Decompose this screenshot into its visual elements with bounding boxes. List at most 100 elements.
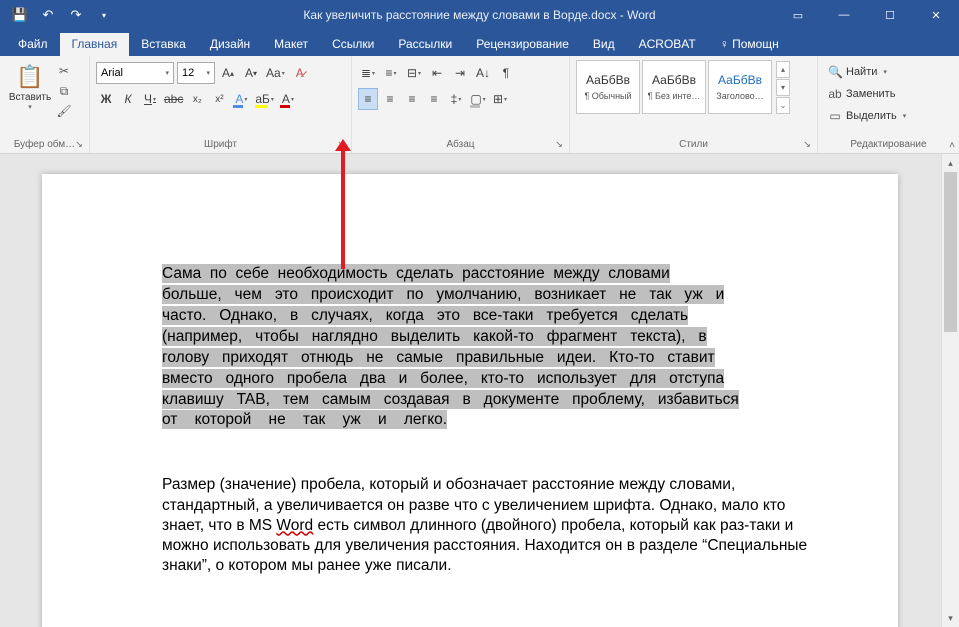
ribbon-tabs: Файл Главная Вставка Дизайн Макет Ссылки…: [0, 30, 959, 56]
group-paragraph: ≣▾ ≡▾ ⊟▾ ⇤ ⇥ A↓ ¶ ≡ ≡ ≡ ≡ ‡▾ ▢▾ ⊞▾: [352, 56, 570, 153]
group-label-styles: Стили: [576, 137, 811, 153]
sel-line-1: Сама по себе необходимость сделать расст…: [162, 264, 670, 283]
tab-references[interactable]: Ссылки: [320, 33, 386, 56]
redo-icon[interactable]: ↷: [64, 3, 88, 27]
ribbon-options-icon[interactable]: ▭: [775, 0, 821, 30]
align-right-icon[interactable]: ≡: [402, 88, 422, 110]
collapse-ribbon-icon[interactable]: ˄: [949, 140, 955, 151]
select-button[interactable]: ▭Выделить▾: [824, 106, 910, 126]
sel-line-8: от которой не так уж и легко.: [162, 410, 447, 429]
styles-launcher-icon[interactable]: ↘: [801, 138, 813, 150]
scroll-thumb[interactable]: [944, 172, 957, 332]
style-normal[interactable]: АаБбВв ¶ Обычный: [576, 60, 640, 114]
paragraph-launcher-icon[interactable]: ↘: [553, 138, 565, 150]
tab-review[interactable]: Рецензирование: [464, 33, 581, 56]
text-effects-icon[interactable]: A▾: [231, 88, 251, 110]
group-font: Arial▾ 12▾ A▴ A▾ Aa▾ A̷ Ж К Ч▾ abc x₂ x²…: [90, 56, 352, 153]
selected-paragraph[interactable]: Сама по себе необходимость сделать расст…: [162, 264, 818, 431]
cut-icon[interactable]: ✂: [54, 62, 74, 80]
window-controls: ▭ — ☐ ✕: [775, 0, 959, 30]
font-size-combo[interactable]: 12▾: [177, 62, 215, 84]
search-icon: 🔍: [828, 65, 842, 79]
grow-font-icon[interactable]: A▴: [218, 62, 238, 84]
tab-layout[interactable]: Макет: [262, 33, 320, 56]
tab-tellme[interactable]: ♀ Помощн: [708, 33, 791, 56]
sort-icon[interactable]: A↓: [473, 62, 493, 84]
styles-gallery-nav: ▴ ▾ ⌄: [776, 61, 790, 114]
style-no-spacing[interactable]: АаБбВв ¶ Без инте…: [642, 60, 706, 114]
group-label-font: Шрифт: [96, 137, 345, 153]
show-marks-icon[interactable]: ¶: [496, 62, 516, 84]
clear-formatting-icon[interactable]: A̷: [290, 62, 310, 84]
ribbon: 📋 Вставить ▾ ✂ ⧉ 🖌 Буфер обм… ↘ Arial▾ 1…: [0, 56, 959, 154]
save-icon[interactable]: 💾: [8, 3, 32, 27]
multilevel-icon[interactable]: ⊟▾: [404, 62, 424, 84]
numbering-icon[interactable]: ≡▾: [381, 62, 401, 84]
format-painter-icon[interactable]: 🖌: [54, 102, 74, 120]
highlight-icon[interactable]: aБ▾: [253, 88, 276, 110]
page: Сама по себе необходимость сделать расст…: [42, 174, 898, 627]
bullets-icon[interactable]: ≣▾: [358, 62, 378, 84]
justify-icon[interactable]: ≡: [424, 88, 444, 110]
subscript-button[interactable]: x₂: [187, 88, 207, 110]
style-heading1[interactable]: АаБбВв Заголово…: [708, 60, 772, 114]
sel-line-4: (например, чтобы наглядно выделить какой…: [162, 327, 707, 346]
paste-label: Вставить: [9, 92, 51, 103]
tab-acrobat[interactable]: ACROBAT: [627, 33, 708, 56]
italic-button[interactable]: К: [118, 88, 138, 110]
document-canvas[interactable]: Сама по себе необходимость сделать расст…: [0, 154, 941, 627]
borders-icon[interactable]: ⊞▾: [490, 88, 510, 110]
vertical-scrollbar[interactable]: ▴ ▾: [941, 154, 959, 627]
quick-access-toolbar: 💾 ↶ ↷ ▾: [0, 3, 116, 27]
superscript-button[interactable]: x²: [209, 88, 229, 110]
align-left-icon[interactable]: ≡: [358, 88, 378, 110]
group-label-editing: Редактирование: [824, 137, 953, 153]
copy-icon[interactable]: ⧉: [54, 82, 74, 100]
bold-button[interactable]: Ж: [96, 88, 116, 110]
scroll-up-icon[interactable]: ▴: [942, 154, 959, 172]
maximize-button[interactable]: ☐: [867, 0, 913, 30]
change-case-icon[interactable]: Aa▾: [264, 62, 287, 84]
clipboard-launcher-icon[interactable]: ↘: [73, 138, 85, 150]
decrease-indent-icon[interactable]: ⇤: [427, 62, 447, 84]
tab-design[interactable]: Дизайн: [198, 33, 262, 56]
increase-indent-icon[interactable]: ⇥: [450, 62, 470, 84]
font-launcher-icon[interactable]: ↘: [335, 138, 347, 150]
para2-wavy: Word: [276, 517, 313, 534]
font-name-combo[interactable]: Arial▾: [96, 62, 174, 84]
scroll-down-icon[interactable]: ▾: [942, 609, 959, 627]
line-spacing-icon[interactable]: ‡▾: [446, 88, 466, 110]
close-button[interactable]: ✕: [913, 0, 959, 30]
align-center-icon[interactable]: ≡: [380, 88, 400, 110]
qat-customize-icon[interactable]: ▾: [92, 3, 116, 27]
tab-mailings[interactable]: Рассылки: [386, 33, 464, 56]
sel-line-3: часто. Однако, в случаях, когда это все-…: [162, 306, 688, 325]
styles-up-icon[interactable]: ▴: [776, 61, 790, 78]
undo-icon[interactable]: ↶: [36, 3, 60, 27]
group-label-paragraph: Абзац: [358, 137, 563, 153]
normal-paragraph[interactable]: Размер (значение) пробела, который и обо…: [162, 475, 818, 576]
minimize-button[interactable]: —: [821, 0, 867, 30]
styles-more-icon[interactable]: ⌄: [776, 97, 790, 114]
paste-button[interactable]: 📋 Вставить ▾: [10, 60, 50, 112]
paste-icon: 📋: [16, 64, 43, 90]
tab-insert[interactable]: Вставка: [129, 33, 198, 56]
group-clipboard: 📋 Вставить ▾ ✂ ⧉ 🖌 Буфер обм… ↘: [0, 56, 90, 153]
shading-icon[interactable]: ▢▾: [468, 88, 488, 110]
styles-down-icon[interactable]: ▾: [776, 79, 790, 96]
sel-line-6: вместо одного пробела два и более, кто-т…: [162, 369, 724, 388]
strikethrough-button[interactable]: abc: [162, 88, 185, 110]
font-color-icon[interactable]: A▾: [278, 88, 298, 110]
find-button[interactable]: 🔍Найти▾: [824, 62, 910, 82]
window-title: Как увеличить расстояние между словами в…: [303, 8, 655, 22]
tab-view[interactable]: Вид: [581, 33, 627, 56]
tab-file[interactable]: Файл: [6, 33, 60, 56]
replace-icon: ab: [828, 87, 842, 101]
titlebar: 💾 ↶ ↷ ▾ Как увеличить расстояние между с…: [0, 0, 959, 30]
shrink-font-icon[interactable]: A▾: [241, 62, 261, 84]
group-editing: 🔍Найти▾ abЗаменить ▭Выделить▾ Редактиров…: [818, 56, 959, 153]
tab-home[interactable]: Главная: [60, 33, 130, 56]
underline-button[interactable]: Ч▾: [140, 88, 160, 110]
cursor-icon: ▭: [828, 109, 842, 123]
replace-button[interactable]: abЗаменить: [824, 84, 910, 104]
